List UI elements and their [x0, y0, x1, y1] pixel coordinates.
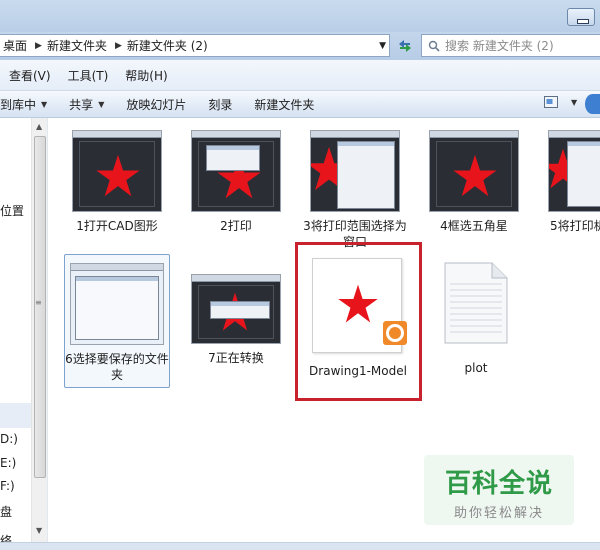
address-row: 桌面 ▶ 新建文件夹 ▶ 新建文件夹 (2) ▼ 搜索 新建文件夹 (2): [0, 32, 600, 60]
file-item-selected[interactable]: 6选择要保存的文件夹: [64, 254, 170, 388]
search-placeholder: 搜索 新建文件夹 (2): [445, 39, 554, 53]
dialog-preview: [337, 141, 395, 209]
refresh-icon: [399, 40, 411, 52]
file-name: 2打印: [220, 219, 252, 233]
nav-selected-highlight: [0, 403, 32, 428]
file-thumbnail: [191, 274, 281, 344]
file-thumbnail: [429, 130, 519, 212]
caret-down-icon: ▼: [98, 99, 105, 109]
breadcrumb-desktop[interactable]: 桌面: [0, 37, 33, 54]
address-bar[interactable]: 桌面 ▶ 新建文件夹 ▶ 新建文件夹 (2) ▼: [0, 34, 390, 57]
nav-item-drive-e[interactable]: E:): [0, 456, 16, 470]
file-item[interactable]: 5将打印机 pd: [536, 130, 600, 234]
document-icon: [444, 262, 508, 344]
new-folder-button[interactable]: 新建文件夹: [243, 96, 325, 113]
window-titlebar: [0, 0, 600, 32]
share-button[interactable]: 共享 ▼: [58, 96, 115, 113]
nav-scrollbar[interactable]: ▲ ≡ ▼: [31, 118, 47, 542]
status-bar: [0, 542, 600, 550]
file-item[interactable]: 3将打印范围选择为窗口: [298, 130, 412, 250]
include-in-library-label: 到库中: [0, 97, 37, 112]
chevron-right-icon[interactable]: ▶: [113, 41, 124, 51]
grip-icon: ≡: [35, 298, 42, 307]
minimize-button[interactable]: [567, 8, 595, 26]
menu-view[interactable]: 查看(V): [0, 67, 59, 84]
dialog-preview: [567, 141, 600, 207]
file-item[interactable]: 4框选五角星: [417, 130, 531, 234]
refresh-button[interactable]: [394, 36, 416, 56]
burn-button[interactable]: 刻录: [197, 96, 243, 113]
nav-item-drive-d[interactable]: D:): [0, 432, 18, 446]
navigation-pane: 位置 D:) E:) F:) 盘 络 ▲ ≡ ▼: [0, 118, 48, 542]
file-thumbnail: [310, 130, 400, 212]
dialog-preview: [210, 301, 270, 319]
watermark-subtitle: 助你轻松解决: [453, 506, 544, 521]
file-thumbnail: [548, 130, 600, 212]
file-name: 5将打印机 pd: [550, 219, 600, 233]
file-name: 1打开CAD图形: [76, 219, 158, 233]
star-icon: [96, 154, 140, 197]
breadcrumb-current-folder[interactable]: 新建文件夹 (2): [124, 37, 214, 54]
file-name: plot: [464, 361, 488, 375]
command-toolbar: 到库中 ▼ 共享 ▼ 放映幻灯片 刻录 新建文件夹 ▼: [0, 91, 600, 118]
share-label: 共享: [69, 97, 94, 112]
caret-down-icon: ▼: [571, 97, 578, 107]
view-icon: [544, 96, 558, 108]
watermark: 百科全说 助你轻松解决: [424, 455, 574, 525]
nav-item-drive-f[interactable]: F:): [0, 479, 15, 493]
file-name: 4框选五角星: [440, 219, 508, 233]
file-thumbnail: [191, 130, 281, 212]
search-input[interactable]: 搜索 新建文件夹 (2): [421, 34, 600, 57]
file-thumbnail: [72, 130, 162, 212]
nav-item-network[interactable]: 络: [0, 532, 12, 542]
file-name: 6选择要保存的文件夹: [65, 352, 169, 382]
breadcrumb-new-folder[interactable]: 新建文件夹: [44, 37, 113, 54]
menu-bar: 查看(V) 工具(T) 帮助(H): [0, 60, 600, 91]
file-item[interactable]: 7正在转换: [179, 274, 293, 366]
file-name[interactable]: Drawing1-Model: [308, 363, 408, 379]
caret-down-icon: ▼: [41, 99, 48, 109]
chevron-down-icon[interactable]: ▼: [379, 41, 386, 51]
help-button[interactable]: [585, 94, 600, 114]
watermark-title: 百科全说: [444, 469, 553, 499]
scroll-down-icon[interactable]: ▼: [36, 526, 42, 535]
menu-tools[interactable]: 工具(T): [59, 67, 117, 84]
menu-help[interactable]: 帮助(H): [116, 67, 175, 84]
file-item[interactable]: 2打印: [179, 130, 293, 234]
nav-item-disk[interactable]: 盘: [0, 503, 12, 520]
chevron-right-icon[interactable]: ▶: [33, 41, 44, 51]
file-thumbnail: [70, 263, 164, 345]
dialog-preview: [75, 276, 159, 340]
scrollbar-thumb[interactable]: [34, 136, 46, 478]
view-options-button[interactable]: ▼: [544, 96, 577, 108]
file-item[interactable]: 1打开CAD图形: [60, 130, 174, 234]
file-name: 7正在转换: [208, 351, 264, 365]
scroll-up-icon[interactable]: ▲: [36, 122, 42, 131]
star-icon: [338, 284, 378, 323]
search-icon: [428, 40, 440, 52]
slideshow-button[interactable]: 放映幻灯片: [115, 96, 197, 113]
star-icon: [453, 154, 497, 197]
include-in-library-button[interactable]: 到库中 ▼: [0, 96, 58, 113]
nav-item-locations[interactable]: 位置: [0, 202, 24, 219]
dialog-preview: [206, 145, 260, 171]
highlight-frame: Drawing1-Model: [295, 242, 422, 401]
pdf-icon: [383, 321, 407, 345]
